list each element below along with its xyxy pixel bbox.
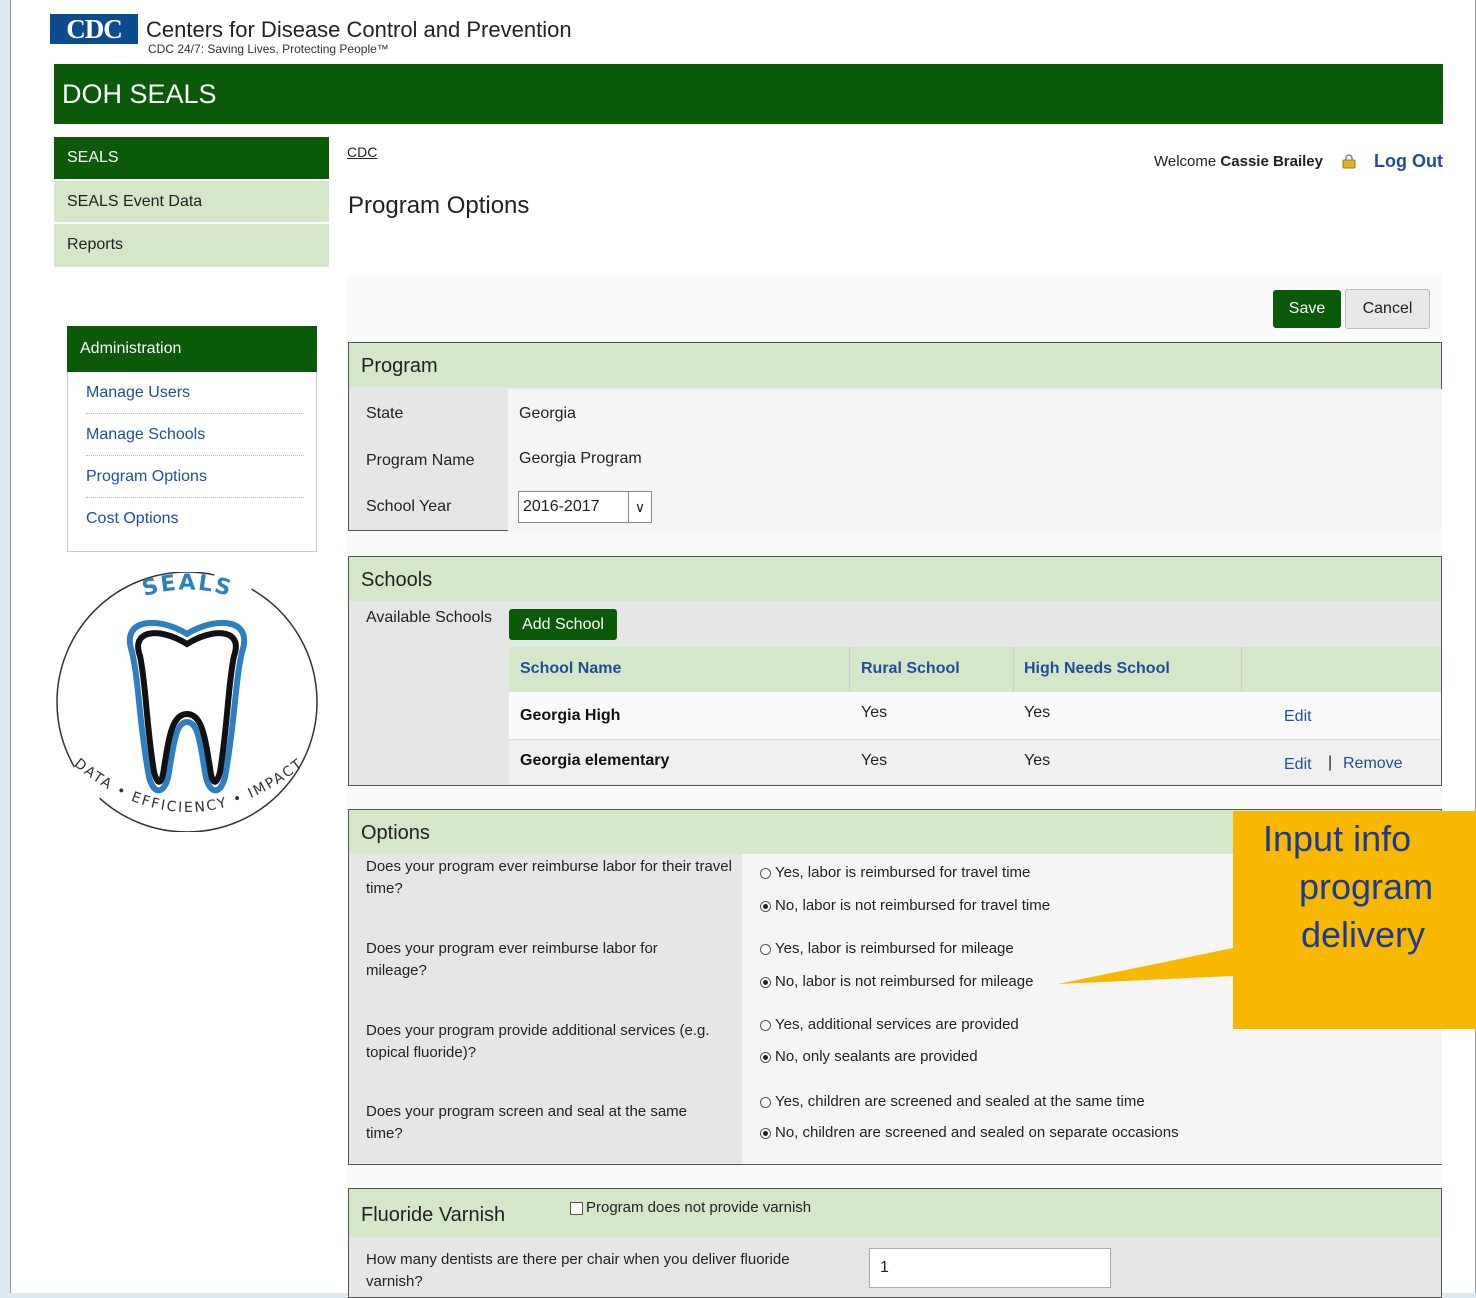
edit-link[interactable]: Edit xyxy=(1284,756,1312,774)
school-year-select[interactable]: 2016-2017 ∨ xyxy=(518,491,652,523)
callout-text: Input info program delivery xyxy=(1263,815,1476,959)
rural-cell: Yes xyxy=(861,752,888,769)
col-high-needs-school[interactable]: High Needs School xyxy=(1024,660,1170,678)
save-button[interactable]: Save xyxy=(1273,290,1341,328)
high-needs-cell: Yes xyxy=(1024,704,1051,721)
col-school-name[interactable]: School Name xyxy=(520,660,621,678)
admin-title: Administration xyxy=(67,326,317,372)
callout-line: Input info xyxy=(1263,818,1412,859)
remove-link[interactable]: Remove xyxy=(1343,755,1403,773)
admin-link-program-options[interactable]: Program Options xyxy=(86,468,304,498)
program-name-value: Georgia Program xyxy=(519,450,642,467)
radio-button[interactable] xyxy=(760,900,771,912)
org-name: Centers for Disease Control and Preventi… xyxy=(146,17,572,42)
tooth-icon xyxy=(126,620,248,794)
radio-button[interactable] xyxy=(760,1096,771,1108)
nav-seals-event-data[interactable]: SEALS Event Data xyxy=(54,180,329,222)
admin-link-manage-users[interactable]: Manage Users xyxy=(86,384,304,414)
program-section-title: Program xyxy=(349,343,1441,387)
question-dentists-per-chair: How many dentists are there per chair wh… xyxy=(366,1251,790,1290)
svg-text:SEALS: SEALS xyxy=(140,572,236,602)
add-school-button[interactable]: Add School xyxy=(509,609,617,640)
nav-seals[interactable]: SEALS xyxy=(54,137,329,179)
option-travel-yes[interactable]: Yes, labor is reimbursed for travel time xyxy=(760,864,1030,881)
admin-link-cost-options[interactable]: Cost Options xyxy=(86,510,304,539)
radio-button[interactable] xyxy=(760,867,771,879)
nav-reports[interactable]: Reports xyxy=(54,223,329,267)
seals-logo-slogan: DATA • EFFICIENCY • IMPACT xyxy=(71,756,305,817)
welcome-text: Welcome Cassie Brailey xyxy=(1154,153,1323,170)
cancel-button[interactable]: Cancel xyxy=(1345,289,1430,329)
tagline: CDC 24/7: Saving Lives, Protecting Peopl… xyxy=(148,42,389,56)
school-name-cell: Georgia High xyxy=(520,707,621,724)
callout-pointer xyxy=(1058,948,1233,984)
option-travel-no[interactable]: No, labor is not reimbursed for travel t… xyxy=(760,897,1050,914)
question-screen-seal: Does your program screen and seal at the… xyxy=(366,1103,687,1142)
program-name-label: Program Name xyxy=(366,452,475,469)
fluoride-section-title: Fluoride Varnish xyxy=(349,1189,1441,1237)
edit-link[interactable]: Edit xyxy=(1284,708,1312,726)
svg-text:DATA • EFFICIENCY • IMPACT: DATA • EFFICIENCY • IMPACT xyxy=(71,756,307,817)
program-section: Program xyxy=(348,342,1442,531)
col-rural-school[interactable]: Rural School xyxy=(861,660,960,678)
logout-link[interactable]: Log Out xyxy=(1374,151,1443,172)
school-year-value: 2016-2017 xyxy=(523,498,600,515)
callout-line: delivery xyxy=(1301,914,1426,955)
app-title: DOH SEALS xyxy=(54,64,1443,124)
question-mileage: Does your program ever reimburse labor f… xyxy=(366,940,658,979)
radio-button[interactable] xyxy=(760,1051,771,1063)
option-services-no[interactable]: No, only sealants are provided xyxy=(760,1048,978,1065)
link-separator: | xyxy=(1328,754,1333,771)
state-value: Georgia xyxy=(519,405,576,422)
admin-link-manage-schools[interactable]: Manage Schools xyxy=(86,426,304,456)
state-label: State xyxy=(366,405,404,422)
option-screen-no[interactable]: No, children are screened and sealed on … xyxy=(760,1124,1179,1141)
no-varnish-checkbox[interactable]: Program does not provide varnish xyxy=(570,1199,811,1216)
high-needs-cell: Yes xyxy=(1024,752,1051,769)
available-schools-label: Available Schools xyxy=(366,609,493,626)
lock-icon xyxy=(1342,154,1356,169)
radio-button[interactable] xyxy=(760,943,771,955)
schools-table-header xyxy=(509,647,1441,692)
radio-button[interactable] xyxy=(760,1019,771,1031)
page-title: Program Options xyxy=(348,192,530,219)
rural-cell: Yes xyxy=(861,704,888,721)
question-additional-services: Does your program provide additional ser… xyxy=(366,1022,710,1061)
option-mileage-yes[interactable]: Yes, labor is reimbursed for mileage xyxy=(760,940,1014,957)
dentists-per-chair-input[interactable]: 1 xyxy=(869,1248,1111,1288)
seals-logo-title: SEALS xyxy=(140,572,234,602)
breadcrumb[interactable]: CDC xyxy=(347,144,377,160)
school-name-cell: Georgia elementary xyxy=(520,752,670,769)
radio-button[interactable] xyxy=(760,976,771,988)
option-services-yes[interactable]: Yes, additional services are provided xyxy=(760,1016,1019,1033)
schools-section-title: Schools xyxy=(349,557,1441,601)
option-screen-yes[interactable]: Yes, children are screened and sealed at… xyxy=(760,1093,1145,1110)
chevron-down-icon[interactable]: ∨ xyxy=(628,492,651,522)
checkbox[interactable] xyxy=(570,1201,583,1215)
callout-line: program xyxy=(1299,866,1434,907)
question-travel-time: Does your program ever reimburse labor f… xyxy=(366,858,732,897)
cdc-logo[interactable]: CDC xyxy=(50,14,138,44)
school-year-label: School Year xyxy=(366,498,452,515)
radio-button[interactable] xyxy=(760,1127,771,1139)
user-name: Cassie Brailey xyxy=(1220,153,1323,170)
seals-logo: SEALS DATA • EFFICIENCY • IMPACT xyxy=(56,572,318,832)
option-mileage-no[interactable]: No, labor is not reimbursed for mileage xyxy=(760,973,1033,990)
